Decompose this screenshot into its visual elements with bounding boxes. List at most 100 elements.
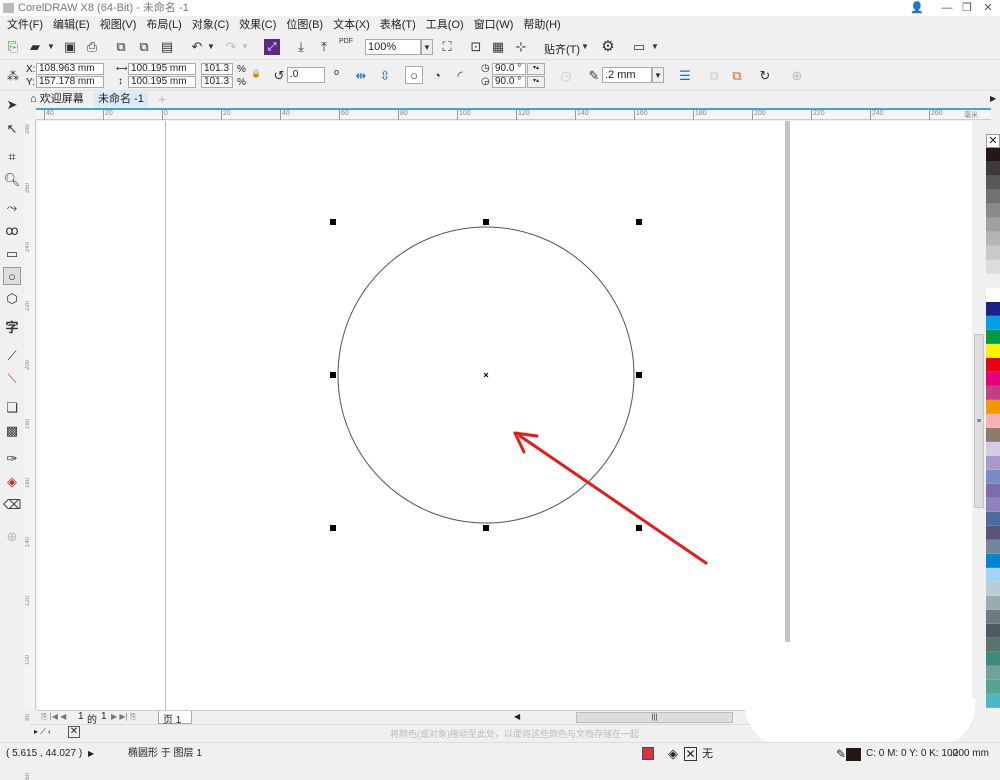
drop-shadow-tool-icon[interactable]: ❏ bbox=[3, 399, 21, 417]
color-swatch[interactable] bbox=[986, 512, 1000, 526]
artistic-media-tool-icon[interactable]: ꝏ bbox=[3, 222, 21, 240]
tab-welcome-screen[interactable]: ⌂ 欢迎屏幕 bbox=[26, 92, 88, 107]
to-front-icon[interactable]: ⧉ bbox=[705, 67, 723, 85]
color-swatch[interactable] bbox=[986, 302, 1000, 316]
copy-icon[interactable]: ⧉ bbox=[135, 38, 153, 56]
color-swatch[interactable] bbox=[986, 288, 1000, 302]
color-swatch[interactable] bbox=[986, 680, 1000, 694]
end-angle-stepper[interactable]: ▾▴ bbox=[527, 76, 545, 88]
start-angle-field[interactable]: 90.0 ° bbox=[492, 63, 526, 75]
scroll-left-icon[interactable]: ◀ bbox=[514, 712, 520, 721]
menu-text[interactable]: 文本(X) bbox=[330, 16, 377, 34]
outline-width-field[interactable]: .2 mm bbox=[602, 67, 652, 83]
interactive-fill-tool-icon[interactable]: ◈ bbox=[3, 473, 21, 491]
lock-ratio-icon[interactable]: 🔒 bbox=[251, 69, 261, 78]
next-page-icon[interactable]: ▶ ▶| ⎘ bbox=[111, 712, 136, 722]
color-swatch[interactable] bbox=[986, 330, 1000, 344]
selection-handle[interactable] bbox=[483, 525, 489, 531]
to-back-icon[interactable]: ⧉ bbox=[728, 67, 746, 85]
menu-tools[interactable]: 工具(O) bbox=[423, 16, 471, 34]
color-swatch[interactable] bbox=[986, 554, 1000, 568]
zoom-level-select[interactable]: 100% bbox=[365, 39, 421, 55]
ellipse-mode-icon[interactable]: ○ bbox=[405, 66, 423, 84]
selection-handle[interactable] bbox=[483, 219, 489, 225]
color-swatch[interactable] bbox=[986, 666, 1000, 680]
new-document-icon[interactable]: ⎘ bbox=[4, 38, 22, 56]
eyedropper-tool-icon[interactable]: ✑ bbox=[3, 450, 21, 468]
width-field[interactable]: 100.195 mm bbox=[128, 63, 196, 75]
cut-icon[interactable]: ⧉ bbox=[112, 38, 130, 56]
mirror-vertical-icon[interactable]: ⇳ bbox=[376, 67, 394, 85]
color-swatch[interactable] bbox=[986, 414, 1000, 428]
vertical-ruler[interactable]: 280 260 240 220 200 180 160 140 120 100 80 60 bbox=[24, 120, 36, 780]
color-swatch[interactable] bbox=[986, 456, 1000, 470]
zoom-tool-icon[interactable]: 🔍︎ bbox=[3, 171, 21, 189]
vertical-scrollbar[interactable]: ≡ bbox=[973, 121, 985, 711]
color-swatch[interactable] bbox=[986, 526, 1000, 540]
y-position-field[interactable]: 157.178 mm bbox=[36, 76, 104, 88]
color-swatch[interactable] bbox=[986, 442, 1000, 456]
docker-expand-icon[interactable]: ▶ bbox=[990, 94, 996, 103]
color-swatch[interactable] bbox=[986, 484, 1000, 498]
color-swatch[interactable] bbox=[986, 582, 1000, 596]
color-swatch[interactable] bbox=[986, 176, 1000, 190]
pick-tool-icon[interactable]: ➤ bbox=[3, 96, 21, 114]
object-origin-icon[interactable]: ⁂ bbox=[4, 67, 22, 85]
color-proof-icon[interactable] bbox=[642, 747, 654, 760]
color-swatch[interactable] bbox=[986, 148, 1000, 162]
connector-tool-icon[interactable]: ⟍ bbox=[3, 370, 21, 388]
shape-tool-icon[interactable]: ↖ bbox=[3, 120, 21, 138]
rectangle-tool-icon[interactable]: ▭ bbox=[3, 245, 21, 263]
print-icon[interactable]: ⎙ bbox=[83, 38, 101, 56]
smart-fill-tool-icon[interactable]: ⌫ bbox=[3, 496, 21, 514]
status-expand-icon[interactable]: ▶ bbox=[88, 743, 94, 765]
menu-effects[interactable]: 效果(C) bbox=[236, 16, 283, 34]
color-swatch[interactable] bbox=[986, 260, 1000, 274]
x-position-field[interactable]: 108.963 mm bbox=[36, 63, 104, 75]
polygon-tool-icon[interactable]: ⬡ bbox=[3, 290, 21, 308]
palette-tray-options-icon[interactable]: ▸ ⟋ ‹ bbox=[34, 727, 51, 737]
menu-file[interactable]: 文件(F) bbox=[4, 16, 50, 34]
color-swatch[interactable] bbox=[986, 568, 1000, 582]
menu-layout[interactable]: 布局(L) bbox=[143, 16, 188, 34]
color-swatch[interactable] bbox=[986, 610, 1000, 624]
selection-handle[interactable] bbox=[636, 219, 642, 225]
selection-handle[interactable] bbox=[330, 525, 336, 531]
menu-window[interactable]: 窗口(W) bbox=[471, 16, 521, 34]
page-tab-1[interactable]: 页 1 bbox=[158, 711, 193, 726]
selection-handle[interactable] bbox=[636, 372, 642, 378]
new-tab-icon[interactable]: + bbox=[154, 92, 170, 107]
color-swatch[interactable] bbox=[986, 190, 1000, 204]
pie-mode-icon[interactable]: ◔ bbox=[428, 67, 446, 85]
color-swatch[interactable] bbox=[986, 400, 1000, 414]
zoom-dropdown-icon[interactable]: ▼ bbox=[421, 39, 433, 55]
color-swatch[interactable] bbox=[986, 386, 1000, 400]
convert-to-curves-icon[interactable]: ↻ bbox=[756, 67, 774, 85]
horizontal-scroll-thumb[interactable]: ||| bbox=[576, 712, 733, 723]
color-swatch[interactable] bbox=[986, 428, 1000, 442]
outline-width-dropdown-icon[interactable]: ▼ bbox=[652, 67, 664, 83]
paste-icon[interactable]: ▤ bbox=[158, 38, 176, 56]
add-tool-icon[interactable]: ⊕ bbox=[3, 528, 21, 546]
undo-dropdown-icon[interactable]: ▼ bbox=[202, 38, 220, 56]
close-button[interactable]: ✕ bbox=[976, 0, 1000, 16]
vertical-scroll-thumb[interactable]: ≡ bbox=[974, 334, 984, 508]
import-icon[interactable]: ⤓ bbox=[292, 38, 310, 56]
corel-connect-icon[interactable]: ⤢ bbox=[264, 39, 280, 55]
menu-bitmaps[interactable]: 位图(B) bbox=[283, 16, 330, 34]
transparency-tool-icon[interactable]: ▩ bbox=[3, 422, 21, 440]
horizontal-ruler[interactable]: 40 20 0 20 40 60 80 100 120 140 160 180 200 220 240 260… bbox=[36, 108, 991, 120]
menu-edit[interactable]: 编辑(E) bbox=[50, 16, 97, 34]
color-swatch[interactable] bbox=[986, 372, 1000, 386]
color-swatch[interactable] bbox=[986, 204, 1000, 218]
parallel-dimension-tool-icon[interactable]: ⟋ bbox=[3, 347, 21, 365]
color-swatch[interactable] bbox=[986, 498, 1000, 512]
snap-dropdown-icon[interactable]: ▼ bbox=[576, 38, 594, 56]
menu-help[interactable]: 帮助(H) bbox=[520, 16, 567, 34]
menu-table[interactable]: 表格(T) bbox=[377, 16, 423, 34]
outline-color-swatch[interactable] bbox=[846, 748, 861, 761]
no-color-swatch[interactable]: ✕ bbox=[986, 134, 1000, 148]
color-swatch[interactable] bbox=[986, 624, 1000, 638]
full-screen-icon[interactable]: ⛶ bbox=[438, 38, 456, 56]
color-swatch[interactable] bbox=[986, 470, 1000, 484]
